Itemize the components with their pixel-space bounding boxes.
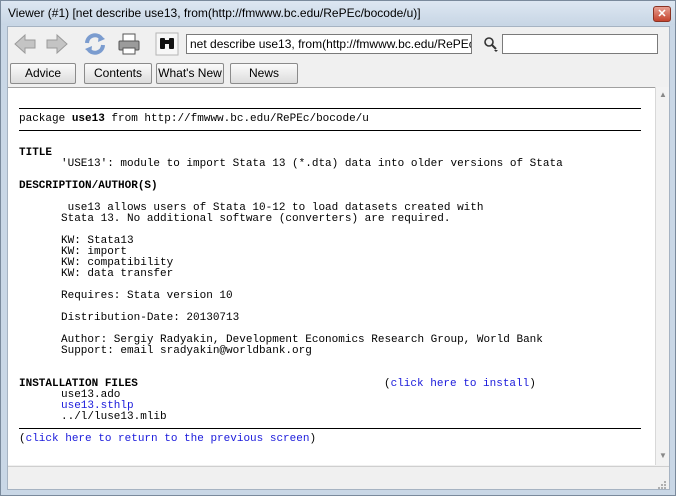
install-link-wrapper: (click here to install) bbox=[384, 378, 536, 390]
divider bbox=[19, 108, 641, 109]
title-text: 'USE13': module to import Stata 13 (*.dt… bbox=[61, 158, 563, 170]
whats-new-button[interactable]: What's New bbox=[156, 63, 224, 84]
contents-button[interactable]: Contents bbox=[84, 63, 152, 84]
package-line: package use13 from http://fmwww.bc.edu/R… bbox=[19, 113, 369, 125]
title-bar[interactable]: Viewer (#1) [net describe use13, from(ht… bbox=[1, 1, 675, 25]
close-button[interactable]: ✕ bbox=[653, 6, 671, 22]
viewer-content: package use13 from http://fmwww.bc.edu/R… bbox=[8, 87, 655, 465]
advice-button[interactable]: Advice bbox=[10, 63, 76, 84]
divider bbox=[19, 130, 641, 131]
support-line: Support: email sradyakin@worldbank.org bbox=[61, 345, 312, 357]
print-icon[interactable] bbox=[116, 31, 142, 57]
toolbar: net describe use13, from(http://fmwww.bc… bbox=[8, 27, 669, 60]
forward-icon[interactable] bbox=[44, 31, 70, 57]
viewer-window: Viewer (#1) [net describe use13, from(ht… bbox=[0, 0, 676, 496]
news-button[interactable]: News bbox=[230, 63, 298, 84]
distribution-date-line: Distribution-Date: 20130713 bbox=[61, 312, 240, 324]
install-link[interactable]: click here to install bbox=[391, 378, 530, 390]
install-file: ../l/luse13.mlib bbox=[61, 411, 167, 423]
find-icon[interactable] bbox=[482, 35, 500, 53]
keyword-line: KW: data transfer bbox=[61, 268, 174, 280]
return-link[interactable]: click here to return to the previous scr… bbox=[26, 433, 310, 445]
vertical-scrollbar[interactable]: ▲ ▼ bbox=[655, 87, 669, 465]
scroll-up-icon[interactable]: ▲ bbox=[658, 90, 668, 100]
viewer-client: net describe use13, from(http://fmwww.bc… bbox=[7, 26, 670, 490]
description-line: Stata 13. No additional software (conver… bbox=[61, 213, 451, 225]
title-heading: TITLE bbox=[19, 147, 53, 159]
nav-button-row: Advice Contents What's New News bbox=[8, 63, 669, 85]
command-address-field[interactable]: net describe use13, from(http://fmwww.bc… bbox=[186, 34, 472, 54]
divider bbox=[19, 428, 641, 429]
package-name: use13 bbox=[71, 113, 105, 125]
requires-line: Requires: Stata version 10 bbox=[61, 290, 233, 302]
refresh-icon[interactable] bbox=[82, 31, 108, 57]
resize-grip-icon[interactable] bbox=[657, 477, 667, 489]
back-icon[interactable] bbox=[12, 31, 38, 57]
description-heading: DESCRIPTION/AUTHOR(S) bbox=[19, 180, 158, 192]
find-input[interactable] bbox=[502, 34, 658, 54]
status-bar bbox=[8, 466, 669, 489]
search-binoculars-icon[interactable] bbox=[154, 31, 180, 57]
window-title: Viewer (#1) [net describe use13, from(ht… bbox=[8, 6, 421, 20]
return-link-wrapper: (click here to return to the previous sc… bbox=[19, 433, 317, 445]
scroll-down-icon[interactable]: ▼ bbox=[658, 451, 668, 461]
